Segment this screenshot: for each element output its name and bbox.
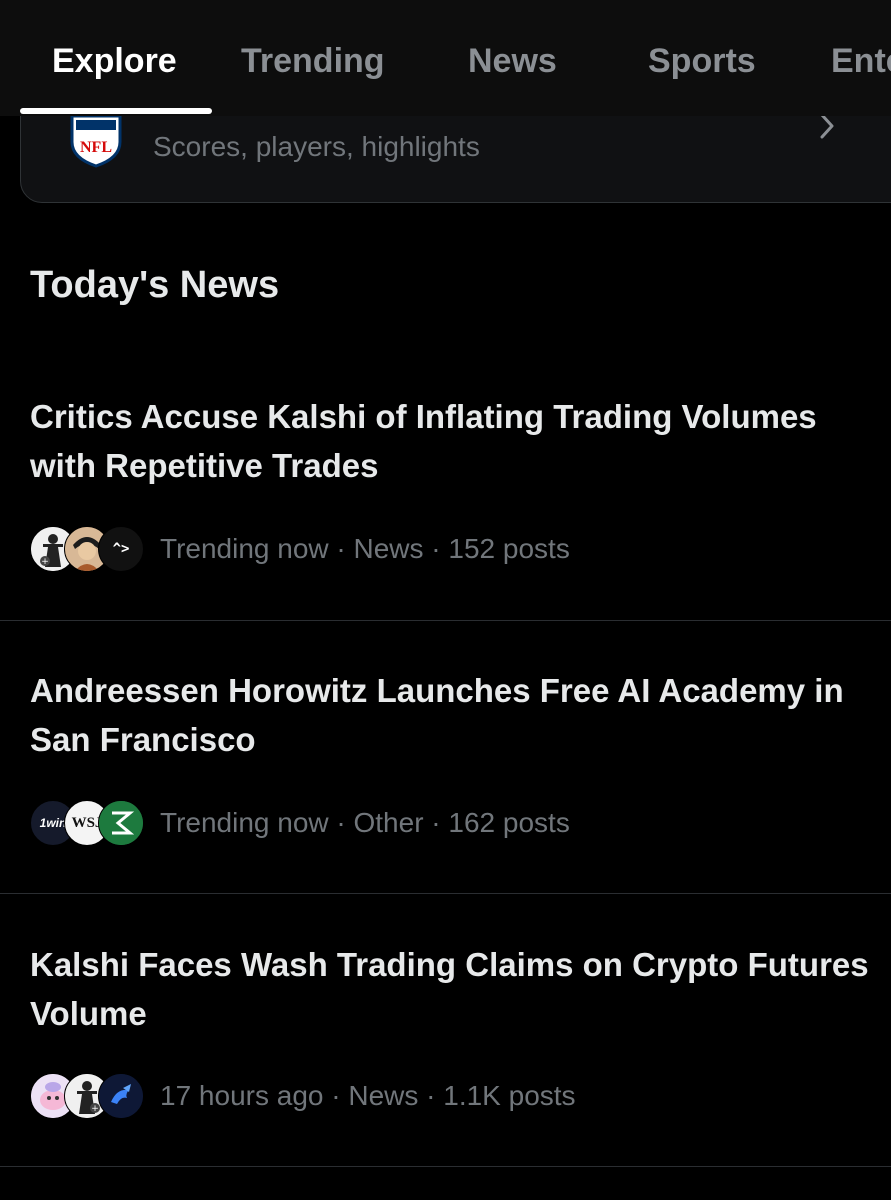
- tab-trending[interactable]: Trending: [241, 40, 385, 82]
- svg-text:+: +: [91, 1104, 99, 1114]
- green-logo-avatar: [98, 800, 144, 846]
- blue-bird-avatar: [98, 1073, 144, 1119]
- code-avatar: ^>: [98, 526, 144, 572]
- news-meta: Trending now · News · 152 posts: [160, 533, 570, 564]
- card-subtitle: Scores, players, highlights: [153, 131, 480, 162]
- news-headline[interactable]: Critics Accuse Kalshi of Inflating Tradi…: [30, 392, 880, 490]
- news-headline[interactable]: Andreessen Horowitz Launches Free AI Aca…: [30, 666, 880, 764]
- tab-news[interactable]: News: [468, 40, 557, 82]
- code-avatar-text: ^>: [112, 541, 130, 557]
- tab-entertainment[interactable]: Ente: [831, 40, 891, 82]
- svg-text:+: +: [41, 557, 49, 567]
- avatar-group: 1win WSJ: [30, 800, 144, 846]
- explore-tab-bar: Explore Trending News Sports Ente: [0, 0, 891, 116]
- divider: [0, 1166, 891, 1167]
- news-meta: 17 hours ago · News · 1.1K posts: [160, 1080, 576, 1111]
- tab-explore[interactable]: Explore: [52, 40, 177, 82]
- news-meta: Trending now · Other · 162 posts: [160, 807, 570, 838]
- news-headline[interactable]: Kalshi Faces Wash Trading Claims on Cryp…: [30, 940, 880, 1038]
- avatar-group: + ^>: [30, 526, 144, 572]
- nfl-logo-text: NFL: [80, 139, 112, 156]
- tab-sports[interactable]: Sports: [648, 40, 756, 82]
- nfl-logo-icon: NFL: [70, 114, 122, 168]
- avatar-group: +: [30, 1073, 144, 1119]
- divider: [0, 893, 891, 894]
- active-tab-indicator: [20, 108, 212, 114]
- divider: [0, 620, 891, 621]
